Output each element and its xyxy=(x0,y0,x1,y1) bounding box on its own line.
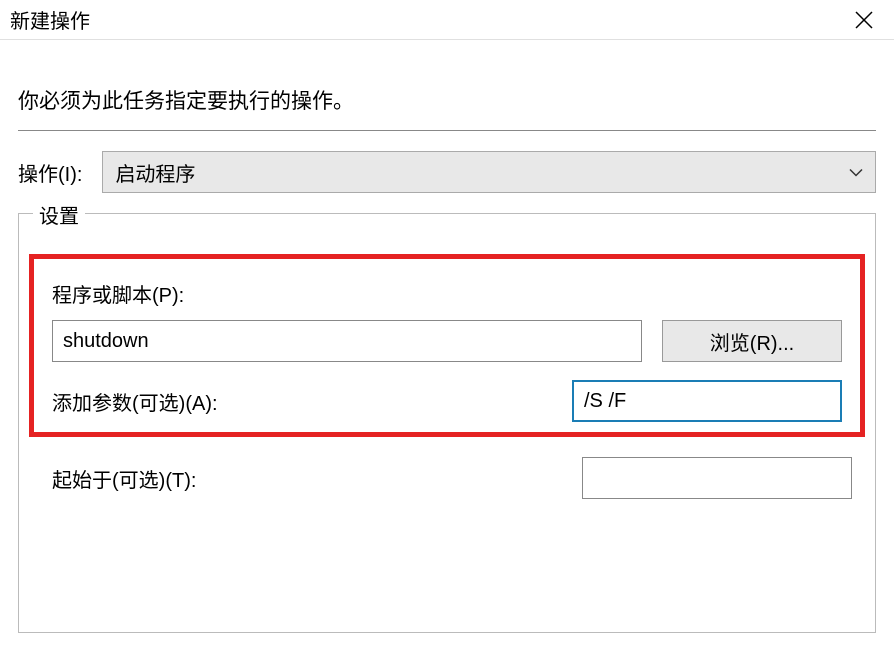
arguments-input[interactable] xyxy=(572,380,842,422)
startin-row: 起始于(可选)(T): xyxy=(19,447,875,499)
settings-group: 设置 程序或脚本(P): 浏览(R)... 添加参数(可选)(A): 起始于(可… xyxy=(18,213,876,633)
program-row: 浏览(R)... xyxy=(52,320,842,362)
settings-legend: 设置 xyxy=(33,200,85,229)
action-label: 操作(I): xyxy=(18,158,82,187)
titlebar: 新建操作 xyxy=(0,0,894,40)
startin-label: 起始于(可选)(T): xyxy=(52,464,196,493)
program-label: 程序或脚本(P): xyxy=(52,279,842,308)
close-icon xyxy=(855,11,873,29)
browse-button[interactable]: 浏览(R)... xyxy=(662,320,842,362)
window-title: 新建操作 xyxy=(10,5,90,34)
arguments-row: 添加参数(可选)(A): xyxy=(52,380,842,422)
action-select-value: 启动程序 xyxy=(115,158,195,187)
program-input[interactable] xyxy=(52,320,642,362)
instruction-text: 你必须为此任务指定要执行的操作。 xyxy=(18,60,876,130)
action-row: 操作(I): 启动程序 xyxy=(18,151,876,193)
separator xyxy=(18,130,876,131)
close-button[interactable] xyxy=(844,0,884,40)
arguments-label: 添加参数(可选)(A): xyxy=(52,387,218,416)
startin-input[interactable] xyxy=(582,457,852,499)
highlight-box: 程序或脚本(P): 浏览(R)... 添加参数(可选)(A): xyxy=(29,254,865,437)
chevron-down-icon xyxy=(849,162,863,183)
action-select[interactable]: 启动程序 xyxy=(102,151,876,193)
dialog-content: 你必须为此任务指定要执行的操作。 操作(I): 启动程序 设置 程序或脚本(P)… xyxy=(0,40,894,633)
